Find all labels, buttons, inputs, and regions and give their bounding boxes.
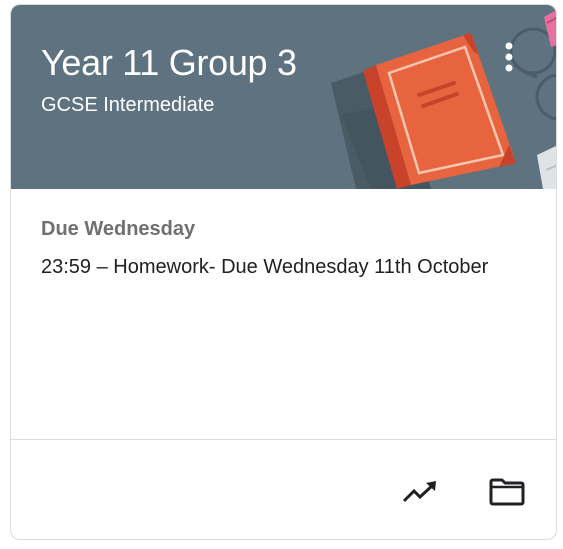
gradebook-button[interactable]: [396, 468, 444, 516]
folder-icon: [489, 478, 525, 506]
due-label: Due Wednesday: [41, 218, 196, 240]
trending-up-icon: [402, 481, 436, 503]
class-card: Year 11 Group 3 GCSE Intermediate Due We…: [10, 4, 557, 540]
class-title[interactable]: Year 11 Group 3: [41, 41, 297, 85]
class-card-header: Year 11 Group 3 GCSE Intermediate: [11, 5, 556, 189]
assignment-link[interactable]: 23:59 – Homework- Due Wednesday 11th Oct…: [41, 254, 531, 280]
class-options-button[interactable]: [489, 33, 529, 81]
class-drive-folder-button[interactable]: [483, 468, 531, 516]
class-section[interactable]: GCSE Intermediate: [41, 92, 214, 118]
class-card-footer: [11, 440, 556, 539]
more-vert-icon: [505, 42, 513, 72]
upcoming-work-section: Due Wednesday 23:59 – Homework- Due Wedn…: [11, 189, 556, 439]
